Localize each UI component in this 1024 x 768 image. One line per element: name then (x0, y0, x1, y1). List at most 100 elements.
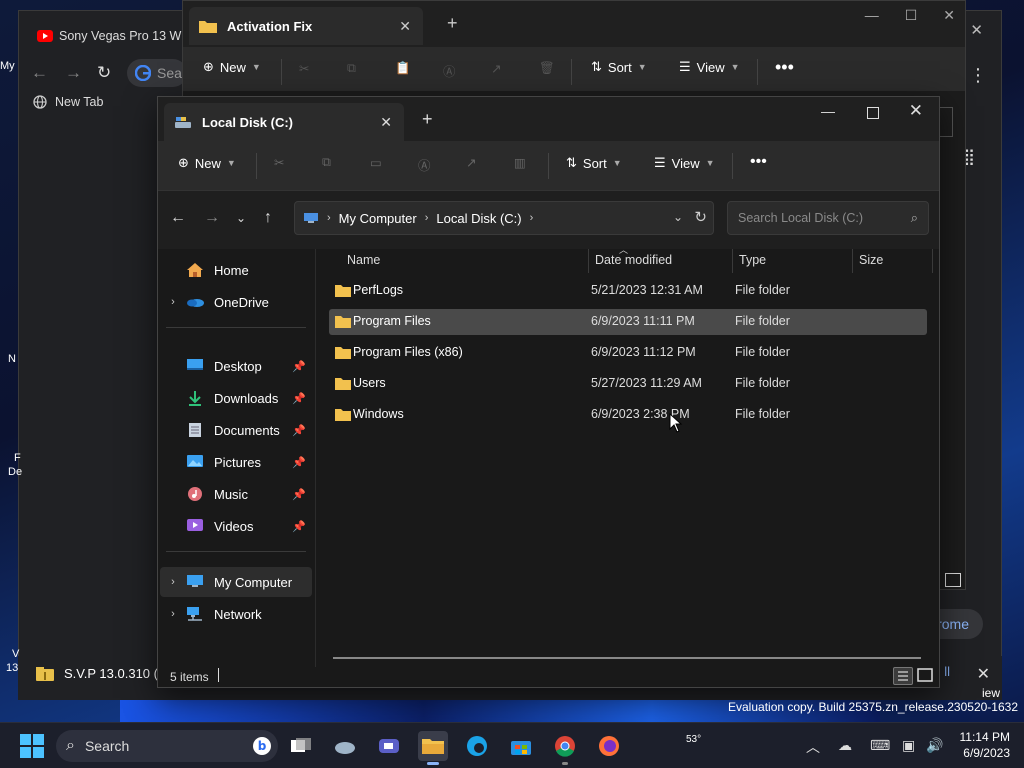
share-icon[interactable]: ↗ (491, 61, 511, 81)
paste-icon[interactable]: ▭ (370, 155, 390, 175)
explorer-tab[interactable]: Local Disk (C:) ✕ (164, 103, 404, 141)
search-input[interactable]: Search Local Disk (C:) ⌕ (727, 201, 929, 235)
sidebar-item-network[interactable]: › Network (160, 599, 312, 629)
new-button[interactable]: ⊕ New ▼ (178, 155, 236, 171)
clock[interactable]: 11:14 PM 6/9/2023 (960, 729, 1010, 761)
maximize-icon[interactable]: ☐ (905, 7, 918, 24)
new-tab-plus-icon[interactable]: + (422, 109, 433, 130)
pin-icon[interactable]: 📌 (292, 520, 306, 533)
tab-close-icon[interactable]: ✕ (380, 114, 392, 131)
forward-arrow-icon[interactable]: → (65, 63, 82, 83)
start-icon[interactable] (20, 734, 44, 758)
rename-icon[interactable]: Ⓐ (418, 155, 438, 175)
view-button[interactable]: ☰ View ▼ (654, 155, 715, 171)
edge-icon[interactable] (462, 731, 492, 761)
chevron-down-icon[interactable]: ⌄ (673, 210, 683, 224)
column-divider[interactable] (932, 249, 933, 273)
table-row[interactable]: Users 5/27/2023 11:29 AM File folder (329, 371, 927, 397)
volume-icon[interactable]: 🔊 (926, 737, 943, 754)
copy-icon[interactable]: ⧉ (347, 61, 367, 81)
table-row[interactable]: Program Files (x86) 6/9/2023 11:12 PM Fi… (329, 340, 927, 366)
share-icon[interactable]: ↗ (466, 155, 486, 175)
pin-icon[interactable]: 📌 (292, 456, 306, 469)
table-row[interactable]: Program Files 6/9/2023 11:11 PM File fol… (329, 309, 927, 335)
weather-icon[interactable]: 53° (330, 731, 701, 761)
column-divider[interactable] (732, 249, 733, 273)
column-header-type[interactable]: Type (739, 253, 766, 267)
sort-button[interactable]: ⇅ Sort ▼ (591, 59, 647, 75)
expand-chevron-icon[interactable]: › (160, 296, 186, 308)
minimize-icon[interactable]: — (821, 103, 835, 119)
breadcrumb-item[interactable]: My Computer (339, 211, 417, 226)
pin-icon[interactable]: 📌 (292, 424, 306, 437)
chrome-tab[interactable]: Sony Vegas Pro 13 W (37, 25, 187, 47)
details-view-icon[interactable] (893, 667, 913, 685)
address-bar[interactable]: › My Computer › Local Disk (C:) › ⌄ ↻ (294, 201, 714, 235)
sidebar-item-desktop[interactable]: Desktop 📌 (160, 351, 312, 381)
view-button[interactable]: ☰ View ▼ (679, 59, 740, 75)
paste-icon[interactable]: 📋 (395, 61, 415, 81)
back-arrow-icon[interactable]: ← (170, 209, 186, 227)
close-icon[interactable]: ✕ (943, 7, 955, 24)
copy-icon[interactable]: ⧉ (322, 155, 342, 175)
show-hidden-icons-chevron-icon[interactable]: ︿ (806, 737, 820, 757)
expand-chevron-icon[interactable]: › (160, 608, 186, 620)
forward-arrow-icon[interactable]: → (204, 209, 220, 227)
more-options-icon[interactable]: ••• (775, 57, 794, 78)
sidebar-item-music[interactable]: Music 📌 (160, 479, 312, 509)
task-view-icon[interactable] (286, 731, 316, 761)
tiles-view-icon[interactable] (915, 667, 935, 685)
download-bar-close-icon[interactable]: ✕ (977, 664, 990, 684)
sidebar-item-home[interactable]: Home (160, 255, 312, 285)
download-item[interactable]: S.V.P 13.0.310 ( (36, 666, 158, 681)
activation-tab[interactable]: Activation Fix ✕ (189, 7, 423, 45)
bookmark-new-tab[interactable]: New Tab (33, 95, 103, 109)
table-row[interactable]: PerfLogs 5/21/2023 12:31 AM File folder (329, 278, 927, 304)
new-button[interactable]: ⊕ New ▼ (203, 59, 261, 75)
chrome-omnibox[interactable]: Sea (127, 59, 187, 87)
expand-chevron-icon[interactable]: › (160, 576, 186, 588)
column-header-name[interactable]: Name (347, 253, 380, 267)
cut-icon[interactable]: ✂ (274, 155, 294, 175)
taskbar-search[interactable]: ⌕ Search b (56, 730, 278, 762)
store-icon[interactable] (506, 731, 536, 761)
tab-close-icon[interactable]: ✕ (399, 18, 411, 35)
refresh-icon[interactable]: ↻ (694, 208, 707, 226)
sidebar-item-downloads[interactable]: Downloads 📌 (160, 383, 312, 413)
more-options-icon[interactable]: ••• (750, 153, 767, 171)
maximize-icon[interactable] (867, 107, 879, 119)
column-divider[interactable] (852, 249, 853, 273)
cut-icon[interactable]: ✂ (299, 61, 319, 81)
sidebar-item-pictures[interactable]: Pictures 📌 (160, 447, 312, 477)
rename-icon[interactable]: Ⓐ (443, 61, 463, 81)
delete-icon[interactable]: 🗑 (539, 61, 559, 81)
pin-icon[interactable]: 📌 (292, 392, 306, 405)
chrome-close-icon[interactable]: ✕ (970, 21, 983, 39)
breadcrumb-item[interactable]: Local Disk (C:) (436, 211, 521, 226)
sidebar-item-videos[interactable]: Videos 📌 (160, 511, 312, 541)
back-arrow-icon[interactable]: ← (31, 63, 48, 83)
column-divider[interactable] (588, 249, 589, 273)
chrome-menu-icon[interactable]: ⋮ (969, 65, 987, 86)
tiles-view-icon[interactable] (945, 573, 961, 587)
column-header-date[interactable]: Date modified (595, 253, 672, 267)
pin-icon[interactable]: 📌 (292, 360, 306, 373)
show-all-link[interactable]: ll (944, 664, 950, 679)
cloud-offline-icon[interactable]: ☁ (838, 737, 852, 754)
new-tab-plus-icon[interactable]: + (447, 13, 458, 34)
chrome-icon[interactable] (550, 731, 580, 765)
reload-icon[interactable]: ↻ (97, 63, 111, 83)
recent-chevron-icon[interactable]: ⌄ (236, 211, 246, 225)
pin-icon[interactable]: 📌 (292, 488, 306, 501)
up-arrow-icon[interactable]: ↑ (264, 209, 272, 227)
minimize-icon[interactable]: — (865, 7, 879, 24)
sidebar-item-my-computer[interactable]: › My Computer (160, 567, 312, 597)
table-row[interactable]: Windows 6/9/2023 2:38 PM File folder (329, 402, 927, 428)
firefox-icon[interactable] (594, 731, 624, 761)
display-icon[interactable]: ▣ (902, 737, 915, 754)
file-explorer-taskbar-icon[interactable] (418, 731, 448, 765)
keyboard-icon[interactable]: ⌨ (870, 737, 890, 754)
column-header-size[interactable]: Size (859, 253, 883, 267)
chat-icon[interactable] (374, 731, 404, 761)
horizontal-scrollbar[interactable] (333, 657, 921, 659)
